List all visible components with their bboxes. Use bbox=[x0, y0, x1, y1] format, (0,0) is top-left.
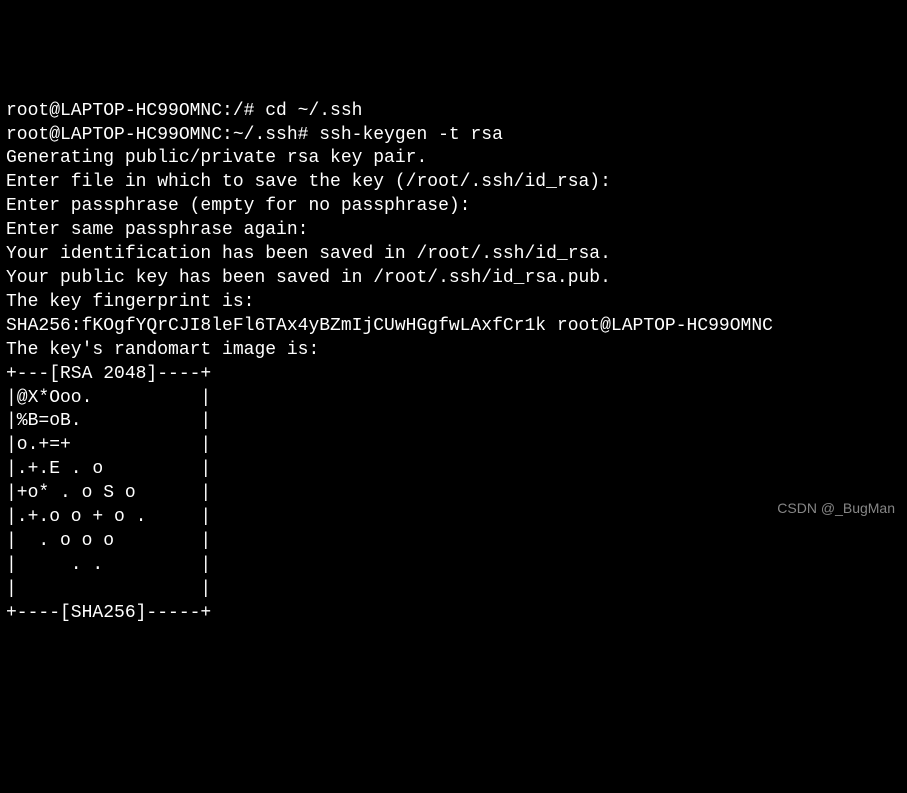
terminal-line: | | bbox=[6, 578, 901, 602]
terminal-line: Generating public/private rsa key pair. bbox=[6, 147, 901, 171]
terminal-line: Enter same passphrase again: bbox=[6, 219, 901, 243]
terminal-line: |@X*Ooo. | bbox=[6, 387, 901, 411]
terminal-line: |%B=oB. | bbox=[6, 410, 901, 434]
terminal-line: root@LAPTOP-HC99OMNC:~/.ssh# ssh-keygen … bbox=[6, 124, 901, 148]
terminal-line: The key's randomart image is: bbox=[6, 339, 901, 363]
terminal-line: | . o o o | bbox=[6, 530, 901, 554]
terminal-line: +----[SHA256]-----+ bbox=[6, 602, 901, 626]
terminal-line: |.+.o o + o . | bbox=[6, 506, 901, 530]
terminal-line: Enter file in which to save the key (/ro… bbox=[6, 171, 901, 195]
terminal-line: | . . | bbox=[6, 554, 901, 578]
terminal-line: SHA256:fKOgfYQrCJI8leFl6TAx4yBZmIjCUwHGg… bbox=[6, 315, 901, 339]
terminal-line: |+o* . o S o | bbox=[6, 482, 901, 506]
terminal-output[interactable]: root@LAPTOP-HC99OMNC:/# cd ~/.sshroot@LA… bbox=[6, 100, 901, 626]
terminal-line: root@LAPTOP-HC99OMNC:/# cd ~/.ssh bbox=[6, 100, 901, 124]
terminal-line: Your identification has been saved in /r… bbox=[6, 243, 901, 267]
terminal-line: The key fingerprint is: bbox=[6, 291, 901, 315]
terminal-line: +---[RSA 2048]----+ bbox=[6, 363, 901, 387]
terminal-line: Your public key has been saved in /root/… bbox=[6, 267, 901, 291]
terminal-line: |o.+=+ | bbox=[6, 434, 901, 458]
terminal-line: Enter passphrase (empty for no passphras… bbox=[6, 195, 901, 219]
terminal-line: |.+.E . o | bbox=[6, 458, 901, 482]
watermark-label: CSDN @_BugMan bbox=[777, 497, 895, 521]
